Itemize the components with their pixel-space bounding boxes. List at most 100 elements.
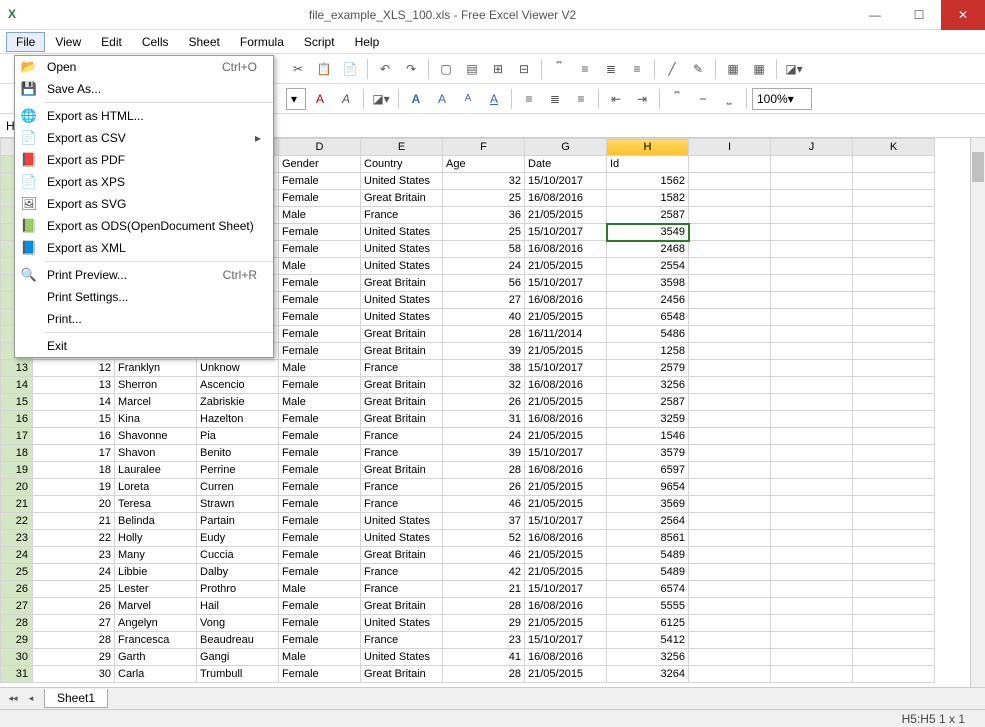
cell[interactable]: 16/08/2016 xyxy=(525,598,607,615)
cell[interactable]: Female xyxy=(279,462,361,479)
cell[interactable]: Dalby xyxy=(197,564,279,581)
cell[interactable]: Great Britain xyxy=(361,411,443,428)
cell[interactable]: 5412 xyxy=(607,632,689,649)
cell[interactable]: United States xyxy=(361,224,443,241)
cell[interactable]: 24 xyxy=(33,564,115,581)
cell[interactable]: 24 xyxy=(443,428,525,445)
cell[interactable]: Great Britain xyxy=(361,462,443,479)
border-icon[interactable]: ▢ xyxy=(434,57,458,81)
cell[interactable]: 31 xyxy=(443,411,525,428)
row-header[interactable]: 27 xyxy=(1,598,33,615)
cell[interactable]: Female xyxy=(279,632,361,649)
cell[interactable]: 28 xyxy=(443,598,525,615)
align-r-icon[interactable]: ≡ xyxy=(569,87,593,111)
cell[interactable]: France xyxy=(361,496,443,513)
underline-icon[interactable]: A xyxy=(482,87,506,111)
cell[interactable]: Female xyxy=(279,428,361,445)
cell[interactable]: 1258 xyxy=(607,343,689,360)
cell[interactable]: 38 xyxy=(443,360,525,377)
cell[interactable]: 15/10/2017 xyxy=(525,581,607,598)
cell[interactable]: 15/10/2017 xyxy=(525,632,607,649)
cell[interactable]: 8561 xyxy=(607,530,689,547)
cell[interactable]: 2587 xyxy=(607,394,689,411)
menu-item-open[interactable]: 📂OpenCtrl+O xyxy=(15,56,273,78)
cell[interactable]: Female xyxy=(279,377,361,394)
cell[interactable]: 1582 xyxy=(607,190,689,207)
row-header[interactable]: 15 xyxy=(1,394,33,411)
cell[interactable]: Beaudreau xyxy=(197,632,279,649)
cell[interactable]: Male xyxy=(279,207,361,224)
cell[interactable]: 21 xyxy=(443,581,525,598)
cell[interactable]: 28 xyxy=(443,666,525,683)
cell[interactable]: Teresa xyxy=(115,496,197,513)
cell[interactable]: Great Britain xyxy=(361,394,443,411)
cell[interactable]: Vong xyxy=(197,615,279,632)
cell[interactable]: 5489 xyxy=(607,564,689,581)
cell[interactable]: Francesca xyxy=(115,632,197,649)
cell[interactable]: United States xyxy=(361,173,443,190)
cell[interactable]: 21/05/2015 xyxy=(525,564,607,581)
cell[interactable]: Date xyxy=(525,156,607,173)
cell[interactable]: 2587 xyxy=(607,207,689,224)
cell[interactable]: 3256 xyxy=(607,649,689,666)
cell[interactable]: Unknow xyxy=(197,360,279,377)
cell[interactable]: 25 xyxy=(443,190,525,207)
vertical-scrollbar[interactable] xyxy=(970,138,985,687)
redo-icon[interactable]: ↷ xyxy=(399,57,423,81)
indent-in-icon[interactable]: ⇥ xyxy=(630,87,654,111)
cell[interactable]: France xyxy=(361,360,443,377)
close-button[interactable]: ✕ xyxy=(941,0,985,30)
pen-icon[interactable]: ✎ xyxy=(686,57,710,81)
row-header[interactable]: 23 xyxy=(1,530,33,547)
cell[interactable]: 23 xyxy=(443,632,525,649)
cell[interactable]: Great Britain xyxy=(361,190,443,207)
cell[interactable]: 15/10/2017 xyxy=(525,173,607,190)
menu-file[interactable]: File xyxy=(6,32,45,52)
menu-item-export-as-svg[interactable]: 🖼Export as SVG xyxy=(15,193,273,215)
col-header-F[interactable]: F xyxy=(443,139,525,156)
merge-icon[interactable]: ⊞ xyxy=(486,57,510,81)
row-header[interactable]: 20 xyxy=(1,479,33,496)
cell[interactable]: 1546 xyxy=(607,428,689,445)
cell[interactable]: 2579 xyxy=(607,360,689,377)
cell[interactable]: Franklyn xyxy=(115,360,197,377)
row-header[interactable]: 17 xyxy=(1,428,33,445)
cell[interactable]: Hazelton xyxy=(197,411,279,428)
smaller-icon[interactable]: A xyxy=(456,87,480,111)
menu-help[interactable]: Help xyxy=(345,32,390,52)
cell[interactable]: Great Britain xyxy=(361,547,443,564)
cell[interactable]: Female xyxy=(279,343,361,360)
cell[interactable]: 16/08/2016 xyxy=(525,411,607,428)
cell[interactable]: Curren xyxy=(197,479,279,496)
cell[interactable]: Holly xyxy=(115,530,197,547)
cell[interactable]: 19 xyxy=(33,479,115,496)
row-header[interactable]: 26 xyxy=(1,581,33,598)
cell[interactable]: United States xyxy=(361,615,443,632)
cell[interactable]: Male xyxy=(279,360,361,377)
cell[interactable]: 20 xyxy=(33,496,115,513)
cell[interactable]: Shavonne xyxy=(115,428,197,445)
cell[interactable]: 16/08/2016 xyxy=(525,292,607,309)
cell[interactable]: Lester xyxy=(115,581,197,598)
cell[interactable]: 14 xyxy=(33,394,115,411)
cell[interactable]: 1562 xyxy=(607,173,689,190)
cell[interactable]: 17 xyxy=(33,445,115,462)
cell[interactable]: 26 xyxy=(443,479,525,496)
cell[interactable]: 21/05/2015 xyxy=(525,479,607,496)
cell[interactable]: Great Britain xyxy=(361,598,443,615)
cell[interactable]: Age xyxy=(443,156,525,173)
minimize-button[interactable]: — xyxy=(853,0,897,30)
cell[interactable]: 21/05/2015 xyxy=(525,547,607,564)
cell[interactable]: Angelyn xyxy=(115,615,197,632)
cell[interactable]: Benito xyxy=(197,445,279,462)
copy-icon[interactable]: 📋 xyxy=(312,57,336,81)
cell[interactable]: 28 xyxy=(443,462,525,479)
row-header[interactable]: 29 xyxy=(1,632,33,649)
cell[interactable]: 13 xyxy=(33,377,115,394)
cell[interactable]: 39 xyxy=(443,445,525,462)
maximize-button[interactable]: ☐ xyxy=(897,0,941,30)
cell[interactable]: 25 xyxy=(443,224,525,241)
cell[interactable]: Female xyxy=(279,496,361,513)
cell[interactable]: 37 xyxy=(443,513,525,530)
tab-nav-prev[interactable]: ◂ xyxy=(22,690,40,708)
